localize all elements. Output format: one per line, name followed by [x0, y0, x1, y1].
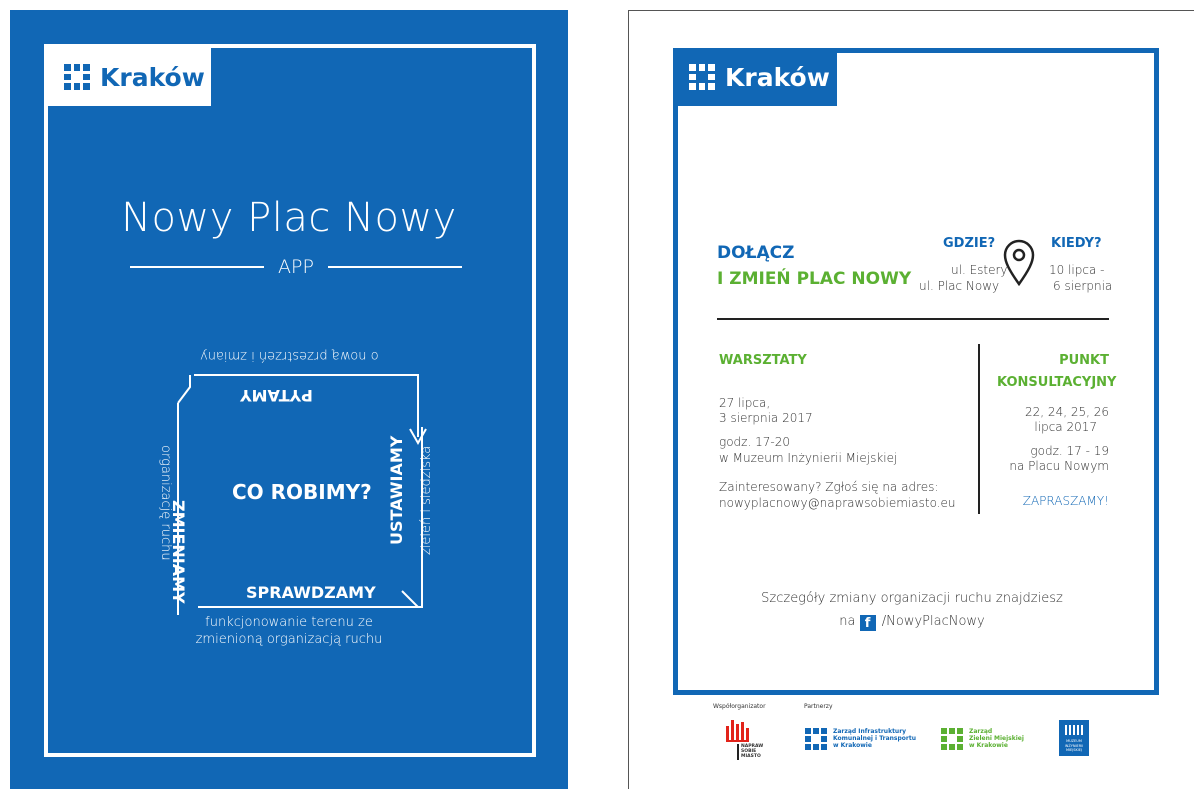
- zzm-text: Zarząd Zieleni Miejskiej w Krakowie: [969, 728, 1024, 749]
- top-note: o nową przestrzeń i zmiany: [200, 348, 379, 363]
- logo-text: Kraków: [100, 62, 205, 92]
- workshops-label: WARSZTATY: [719, 353, 807, 368]
- coorganizer-label: Współorganizator: [713, 703, 766, 710]
- bottom-note-2: zmienioną organizacją ruchu: [195, 632, 383, 647]
- when-line-1: 10 lipca -: [1049, 263, 1105, 277]
- join-line-2: I ZMIEŃ PLAC NOWY: [717, 269, 912, 289]
- ws-place: w Muzeum Inżynierii Miejskiej: [719, 451, 898, 465]
- top-word: PYTAMY: [240, 386, 313, 405]
- logo-text: Kraków: [725, 62, 830, 92]
- where-line-2: ul. Plac Nowy: [919, 279, 1000, 293]
- details-text: Szczegóły zmiany organizacji ruchu znajd…: [761, 591, 1063, 606]
- when-line-2: 6 sierpnia: [1053, 279, 1113, 293]
- zikit-line-3: w Krakowie: [833, 742, 872, 749]
- left-note: organizację ruchu: [158, 445, 173, 561]
- muzeum-text: MUZEUM INŻYNIERII MIEJSKIEJ: [1064, 739, 1084, 752]
- facebook-link[interactable]: na f /NowyPlacNowy: [629, 613, 1194, 631]
- right-word: USTAWIAMY: [387, 435, 406, 545]
- bottom-word: SPRAWDZAMY: [246, 583, 376, 602]
- muzeum-logo-icon: [1065, 725, 1083, 735]
- facebook-handle: /NowyPlacNowy: [881, 614, 985, 629]
- poster-title: Nowy Plac Nowy: [121, 195, 457, 241]
- ws-date-2: 3 sierpnia 2017: [719, 411, 813, 425]
- zzm-logo-icon: [941, 728, 963, 750]
- facebook-icon: f: [859, 615, 876, 631]
- where-line-1: ul. Estery: [951, 263, 1008, 277]
- partners-label: Partnerzy: [804, 703, 833, 710]
- krakow-logo-icon: [64, 64, 90, 90]
- point-label-2: KONSULTACYJNY: [997, 375, 1117, 390]
- zikit-logo-icon: [805, 728, 827, 750]
- zzm-line-1: Zarząd: [969, 728, 993, 735]
- ws-time: godz. 17-20: [719, 435, 790, 449]
- zikit-text: Zarząd Infrastruktury Komunalnej i Trans…: [833, 728, 916, 749]
- when-label: KIEDY?: [1051, 236, 1102, 251]
- krakow-logo-icon: [689, 64, 715, 90]
- ws-signup: Zainteresowany? Zgłoś się na adres:: [719, 480, 939, 494]
- subtitle-row: APP: [130, 256, 463, 278]
- zikit-line-2: Komunalnej i Transportu: [833, 735, 916, 742]
- subtitle: APP: [278, 256, 314, 278]
- vertical-divider: [978, 344, 980, 514]
- details-prefix: na: [839, 614, 856, 629]
- pt-place: na Placu Nowym: [1009, 459, 1109, 473]
- krakow-logo: Kraków: [673, 48, 837, 106]
- zikit-line-1: Zarząd Infrastruktury: [833, 728, 907, 735]
- invite-text: ZAPRASZAMY!: [1022, 494, 1109, 508]
- center-title: CO ROBIMY?: [232, 480, 372, 504]
- krakow-logo: Kraków: [48, 48, 211, 106]
- left-poster: Kraków Nowy Plac Nowy APP o nową przestr…: [10, 10, 568, 789]
- pt-dates-2: lipca 2017: [1034, 420, 1097, 434]
- join-line-1: DOŁĄCZ: [717, 243, 795, 263]
- point-label-1: PUNKT: [1059, 353, 1109, 368]
- where-label: GDZIE?: [943, 236, 996, 251]
- divider-line: [327, 266, 463, 268]
- zzm-line-3: w Krakowie: [969, 742, 1008, 749]
- right-note: zieleń i siedziska: [419, 445, 434, 555]
- zzm-line-2: Zieleni Miejskiej: [969, 735, 1024, 742]
- map-pin-icon: [1003, 239, 1035, 287]
- bottom-note-1: funkcjonowanie terenu ze: [205, 615, 373, 630]
- muzeum-logo: MUZEUM INŻYNIERII MIEJSKIEJ: [1059, 720, 1089, 756]
- divider-line: [130, 266, 265, 268]
- naprawsobie-text: NAPRAW SOBIE MIASTO: [741, 744, 764, 759]
- right-poster: Kraków DOŁĄCZ I ZMIEŃ PLAC NOWY GDZIE? u…: [628, 10, 1194, 789]
- divider-line: [717, 318, 1109, 320]
- ws-email[interactable]: nowyplacnowy@naprawsobiemiasto.eu: [719, 495, 956, 512]
